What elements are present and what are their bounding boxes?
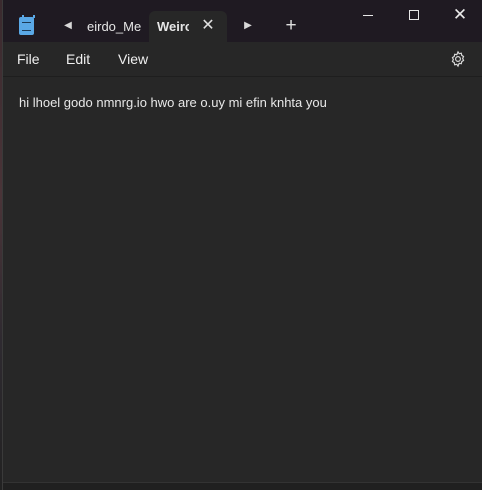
status-bar: [3, 482, 482, 490]
document-text[interactable]: hi lhoel godo nmnrg.io hwo are o.uy mi e…: [19, 94, 469, 112]
minimize-button[interactable]: [345, 0, 391, 30]
close-icon[interactable]: ✕: [199, 11, 217, 42]
notepad-window: ◀ eirdo_Me Weirc ✕ ▶ + ✕ File Edit View: [2, 0, 482, 490]
minimize-icon: [363, 15, 373, 16]
menu-view[interactable]: View: [118, 42, 148, 76]
close-window-button[interactable]: ✕: [437, 0, 482, 30]
tab-title: Weirc: [157, 19, 189, 34]
maximize-button[interactable]: [391, 0, 437, 30]
close-icon: ✕: [452, 5, 468, 24]
menu-bar: File Edit View: [3, 42, 482, 76]
gear-icon[interactable]: [449, 50, 467, 68]
title-bar[interactable]: ◀ eirdo_Me Weirc ✕ ▶ + ✕: [3, 0, 482, 42]
tab-title: eirdo_Me: [87, 19, 142, 34]
menu-file[interactable]: File: [17, 42, 40, 76]
caret-right-icon[interactable]: ▶: [241, 18, 255, 34]
menu-edit[interactable]: Edit: [66, 42, 90, 76]
caret-left-icon[interactable]: ◀: [61, 18, 75, 34]
notepad-icon: [19, 15, 35, 35]
plus-icon[interactable]: +: [281, 14, 301, 38]
tab-inactive[interactable]: eirdo_Me: [87, 11, 145, 42]
text-editor[interactable]: hi lhoel godo nmnrg.io hwo are o.uy mi e…: [3, 76, 482, 482]
tab-active[interactable]: Weirc ✕: [149, 11, 227, 42]
maximize-icon: [409, 10, 419, 20]
